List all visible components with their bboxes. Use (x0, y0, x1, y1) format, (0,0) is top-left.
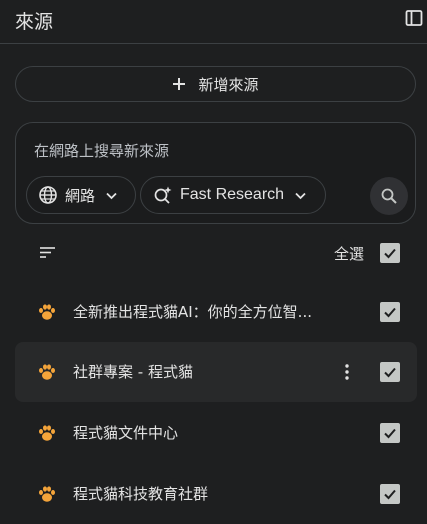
select-all-row: 全選 (0, 232, 427, 274)
source-title: 程式貓科技教育社群 (73, 485, 209, 503)
chevron-down-icon (106, 192, 117, 199)
add-source-button[interactable]: 新增來源 (15, 66, 416, 102)
source-item[interactable]: 程式貓科技教育社群 (15, 464, 417, 524)
checkmark-icon (384, 307, 396, 318)
paw-icon (39, 486, 55, 502)
add-source-label: 新增來源 (198, 75, 259, 94)
source-checkbox[interactable] (380, 302, 400, 322)
source-checkbox[interactable] (380, 423, 400, 443)
source-title: 全新推出程式貓AI：你的全方位智... (73, 303, 312, 321)
side-panel-icon[interactable] (405, 9, 423, 27)
source-item[interactable]: 程式貓文件中心 (15, 403, 417, 463)
source-item[interactable]: 全新推出程式貓AI：你的全方位智... (15, 282, 417, 342)
source-title: 程式貓文件中心 (73, 424, 179, 442)
checkmark-icon (384, 489, 396, 500)
select-all-checkbox[interactable] (380, 243, 400, 263)
chevron-down-icon (295, 192, 306, 199)
more-vert-icon[interactable] (343, 362, 351, 382)
web-search-box[interactable]: 在網路上搜尋新來源 網路 Fast Research (15, 122, 416, 224)
globe-icon (39, 186, 57, 204)
paw-icon (39, 364, 55, 380)
source-checkbox[interactable] (380, 362, 400, 382)
research-mode-dropdown[interactable]: Fast Research (140, 176, 326, 214)
source-type-label: 網路 (65, 186, 96, 205)
search-submit-button[interactable] (370, 177, 408, 215)
source-type-dropdown[interactable]: 網路 (26, 176, 136, 214)
checkmark-icon (384, 248, 396, 259)
sort-icon[interactable] (39, 245, 56, 260)
plus-icon (173, 78, 186, 90)
select-all-label: 全選 (334, 245, 365, 263)
sources-header: 來源 (0, 0, 427, 44)
paw-icon (39, 425, 55, 441)
search-input[interactable]: 在網路上搜尋新來源 (34, 140, 169, 161)
search-icon (381, 188, 397, 204)
checkmark-icon (384, 428, 396, 439)
checkmark-icon (384, 367, 396, 378)
panel-title: 來源 (15, 11, 54, 33)
sparkle-search-icon (154, 186, 172, 204)
source-title: 社群專案 - 程式貓 (73, 363, 193, 381)
source-item[interactable]: 社群專案 - 程式貓 (15, 342, 417, 402)
paw-icon (39, 304, 55, 320)
research-mode-label: Fast Research (180, 186, 285, 203)
source-checkbox[interactable] (380, 484, 400, 504)
